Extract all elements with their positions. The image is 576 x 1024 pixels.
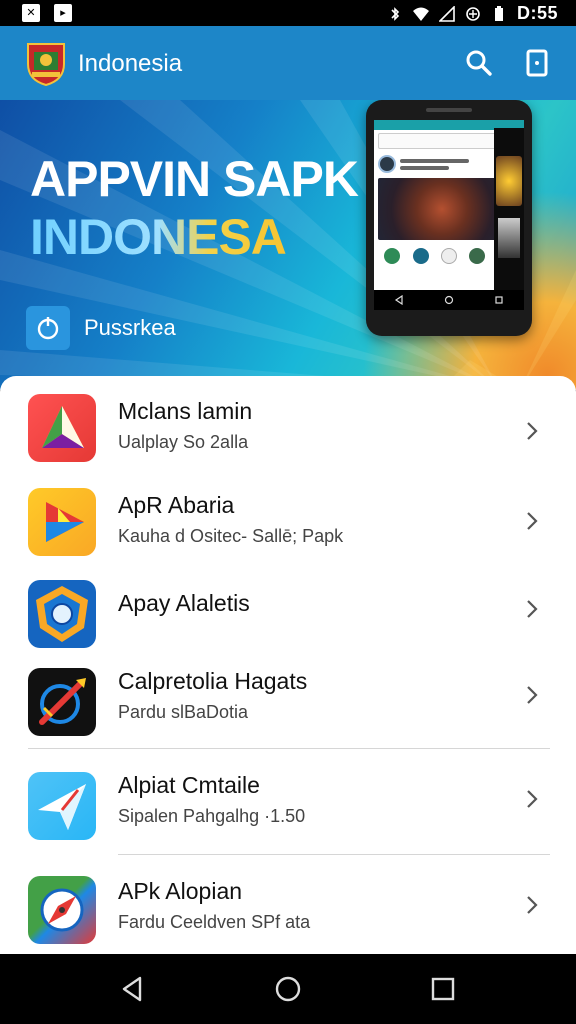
list-item-title: Alpiat Cmtaile xyxy=(118,772,260,798)
list-item-title: APk Alopian xyxy=(118,878,243,904)
play-arrow-icon xyxy=(28,488,96,556)
paper-plane-icon xyxy=(28,772,96,840)
list-item-subtitle: Ualplay So 2alla xyxy=(118,432,249,452)
coat-of-arms-logo xyxy=(27,43,65,86)
no-signal-icon xyxy=(438,5,455,22)
notification-icon: ✕ xyxy=(22,4,40,22)
phone-nav xyxy=(374,290,524,310)
chevron-right-icon xyxy=(527,686,538,704)
list-item[interactable]: Calpretolia Hagats Pardu slBaDotia xyxy=(0,656,576,746)
menu-icon[interactable] xyxy=(520,46,554,80)
list-item-subtitle: Sipalen Pahgalhg ·1.50 xyxy=(118,806,306,826)
list-item-subtitle: Kauha d Ositec- Sallē; Papk xyxy=(118,526,344,546)
app-title: Indonesia xyxy=(78,50,183,77)
list-item-title: Mclans lamin xyxy=(118,398,253,424)
phone-mockup xyxy=(366,100,532,336)
status-bar: ✕ ▸ D:55 xyxy=(0,0,576,26)
list-item[interactable]: APk Alopian Fardu Ceeldven SPf ata xyxy=(0,864,576,954)
chevron-right-icon xyxy=(527,790,538,808)
chevron-right-icon xyxy=(527,896,538,914)
colorful-triangle-icon xyxy=(28,394,96,462)
drop-icon xyxy=(26,306,70,350)
list-divider xyxy=(118,854,550,855)
list-item[interactable]: Mclans lamin Ualplay So 2alla xyxy=(0,382,576,472)
clock: D:55 xyxy=(516,3,558,23)
data-saver-icon xyxy=(466,6,480,21)
home-icon[interactable] xyxy=(273,974,303,1004)
hero-title-line1: APPVIN SAPK xyxy=(30,151,359,207)
notification-icon: ▸ xyxy=(54,4,72,22)
compass-icon xyxy=(28,876,96,944)
list-divider xyxy=(28,748,550,749)
hero-action-label: Pussrkea xyxy=(84,315,176,340)
list-item[interactable]: ApR Abaria Kauha d Ositec- Sallē; Papk xyxy=(0,476,576,566)
rocket-icon xyxy=(28,668,96,736)
back-icon[interactable] xyxy=(118,974,148,1004)
chevron-right-icon xyxy=(527,600,538,618)
hero-banner: APPVIN SAPK INDONESA Pussrkea xyxy=(0,100,576,390)
list-item-subtitle: Pardu slBaDotia xyxy=(118,702,249,722)
hero-action-button[interactable]: Pussrkea xyxy=(26,306,176,350)
app-bar: Indonesia xyxy=(0,26,576,100)
search-icon[interactable] xyxy=(462,46,496,80)
battery-icon xyxy=(494,5,503,21)
list-item-title: ApR Abaria xyxy=(118,492,235,518)
app-list: Mclans lamin Ualplay So 2alla ApR Abaria… xyxy=(0,376,576,954)
system-nav-bar xyxy=(0,954,576,1024)
list-item-subtitle: Fardu Ceeldven SPf ata xyxy=(118,912,311,932)
recents-icon[interactable] xyxy=(428,974,458,1004)
wifi-icon xyxy=(412,7,429,21)
list-item[interactable]: Apay Alaletis xyxy=(0,568,576,658)
chevron-right-icon xyxy=(527,422,538,440)
shield-badge-icon xyxy=(28,580,96,648)
chevron-right-icon xyxy=(527,512,538,530)
hero-title-line2: INDONESA xyxy=(30,209,287,265)
list-item-title: Calpretolia Hagats xyxy=(118,668,308,694)
bluetooth-icon xyxy=(391,6,400,21)
list-item-title: Apay Alaletis xyxy=(118,590,250,616)
list-item[interactable]: Alpiat Cmtaile Sipalen Pahgalhg ·1.50 xyxy=(0,760,576,850)
phone-speaker xyxy=(426,108,472,112)
